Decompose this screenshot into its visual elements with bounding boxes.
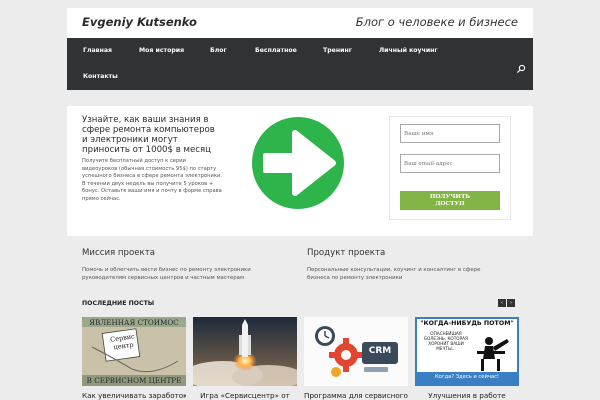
nav-item-my-story[interactable]: Моя история — [139, 47, 184, 54]
rocket-launch-image — [193, 317, 297, 386]
email-field[interactable] — [400, 154, 500, 173]
arrow-right-icon — [237, 115, 362, 211]
product-text: Персональные консультации, коучинг и кон… — [307, 267, 481, 281]
post-thumbnail[interactable]: CRM — [304, 317, 408, 386]
optin-form: ПОЛУЧИТЬ ДОСТУП — [389, 116, 511, 220]
post-card[interactable]: Игра «Сервисцентр» от — [193, 317, 297, 400]
post-card[interactable]: CRM Программа для сервисного — [304, 317, 408, 400]
thumb-caption-bottom: В СЕРВИСНОМ ЦЕНТРЕ — [86, 376, 182, 385]
post-thumbnail[interactable]: "КОГДА-НИБУДЬ ПОТОМ" ОПАСНЕЙШАЯ БОЛЕЗНЬ,… — [415, 317, 519, 386]
post-title[interactable]: Игра «Сервисцентр» от — [193, 391, 297, 400]
nav-item-contacts[interactable]: Контакты — [83, 73, 118, 80]
site-header: Evgeniy Kutsenko Блог о человеке и бизне… — [67, 8, 533, 38]
post-title[interactable]: Улучшения в работе — [415, 391, 519, 400]
post-title[interactable]: Программа для сервисного — [304, 391, 408, 400]
nav-item-home[interactable]: Главная — [83, 47, 112, 54]
post-card[interactable]: "КОГДА-НИБУДЬ ПОТОМ" ОПАСНЕЙШАЯ БОЛЕЗНЬ,… — [415, 317, 519, 400]
chevron-left-icon[interactable]: ‹ — [498, 299, 506, 307]
post-thumbnail[interactable]: ЯВЛЕННАЯ СТОИМОС Сервис центр В СЕРВИСНО… — [82, 317, 186, 386]
chevron-right-icon[interactable]: › — [507, 299, 515, 307]
post-title[interactable]: Как увеличивать заработок — [82, 391, 186, 400]
site-tagline: Блог о человеке и бизнесе — [355, 15, 518, 29]
optin-description: Получите бесплатный доступ к серии видео… — [82, 158, 222, 202]
name-field[interactable] — [400, 124, 500, 143]
thumb-caption-top: ЯВЛЕННАЯ СТОИМОС — [89, 318, 179, 327]
mission-block: Миссия проекта Помочь и облегчить вести … — [82, 248, 272, 282]
product-block: Продукт проекта Персональные консультаци… — [307, 248, 497, 282]
optin-section: Узнайте, как ваши знания в сфере ремонта… — [67, 106, 533, 236]
nav-item-training[interactable]: Тренинг — [323, 47, 352, 54]
thumb-caption-bottom: Когда? Здесь и сейчас! — [434, 374, 500, 380]
thumb-caption-top: "КОГДА-НИБУДЬ ПОТОМ" — [420, 320, 514, 327]
nav-item-blog[interactable]: Блог — [210, 47, 227, 54]
page-container: Evgeniy Kutsenko Блог о человеке и бизне… — [67, 0, 533, 400]
mission-text: Помочь и облегчить вести бизнес по ремон… — [82, 267, 251, 281]
thumb-lines: ОПАСНЕЙШАЯ БОЛЕЗНЬ, КОТОРАЯ ХОРОНИТ ВАШИ… — [424, 331, 468, 351]
post-thumbnail[interactable] — [193, 317, 297, 386]
main-nav: Главная Моя история Блог Бесплатное Трен… — [67, 38, 533, 90]
get-access-button-label: ПОЛУЧИТЬ ДОСТУП — [429, 194, 471, 207]
thumb-text: CRM — [368, 346, 392, 356]
nav-item-free[interactable]: Бесплатное — [255, 47, 297, 54]
post-card[interactable]: ЯВЛЕННАЯ СТОИМОС Сервис центр В СЕРВИСНО… — [82, 317, 186, 400]
product-title: Продукт проекта — [307, 248, 386, 258]
search-icon[interactable] — [516, 59, 526, 74]
site-title[interactable]: Evgeniy Kutsenko — [82, 15, 197, 29]
latest-posts-title: ПОСЛЕДНИЕ ПОСТЫ — [82, 300, 155, 307]
optin-headline: Узнайте, как ваши знания в сфере ремонта… — [82, 115, 215, 155]
get-access-button[interactable]: ПОЛУЧИТЬ ДОСТУП — [400, 191, 500, 210]
mission-title: Миссия проекта — [82, 248, 156, 258]
nav-item-coaching[interactable]: Личный коучинг — [379, 47, 438, 54]
